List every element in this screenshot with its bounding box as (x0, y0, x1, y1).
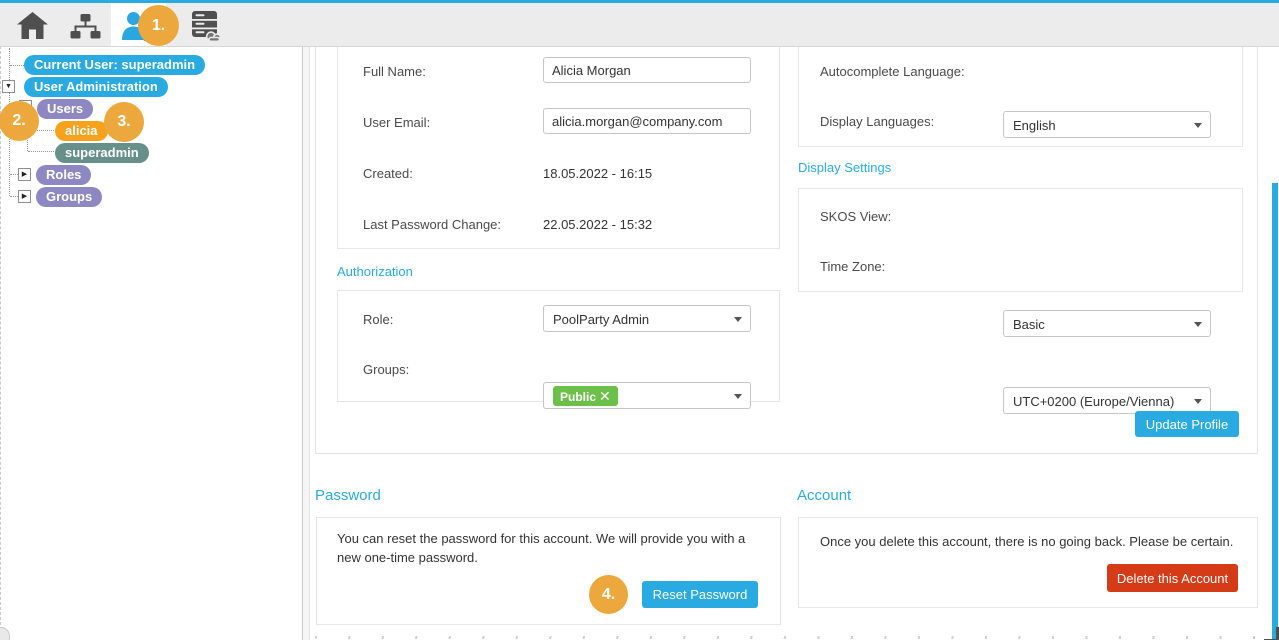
main-toolbar (0, 3, 1279, 47)
home-icon (16, 28, 49, 43)
collapse-toggle-user-administration[interactable]: ▼ (2, 80, 15, 93)
created-label: Created: (363, 166, 413, 181)
autocomplete-language-value: English (1013, 118, 1056, 133)
expand-toggle-roles[interactable]: ▶ (18, 168, 31, 181)
home-button[interactable] (16, 11, 52, 41)
expand-icon: ▶ (22, 193, 27, 200)
last-password-change-value: 22.05.2022 - 15:32 (543, 217, 652, 232)
password-heading: Password (315, 487, 381, 504)
tree-line (10, 196, 18, 197)
annotation-step-4: 4. (589, 575, 628, 614)
groups-select[interactable]: Public✕ (543, 382, 751, 409)
created-value: 18.05.2022 - 16:15 (543, 166, 652, 181)
authorization-heading: Authorization (337, 264, 413, 279)
tree-item-alicia[interactable]: alicia (55, 121, 108, 141)
vertical-scrollbar[interactable] (1272, 183, 1278, 640)
account-heading: Account (797, 487, 851, 504)
window-left-edge (0, 46, 1, 640)
display-settings-heading: Display Settings (798, 160, 891, 175)
user-email-input[interactable] (543, 108, 751, 134)
tree-item-users[interactable]: Users (37, 99, 93, 119)
autocomplete-language-select[interactable]: English (1003, 111, 1211, 138)
sitemap-icon (70, 28, 101, 43)
role-select[interactable]: PoolParty Admin (543, 305, 751, 332)
server-repository-button[interactable] (188, 11, 224, 41)
full-name-label: Full Name: (363, 64, 426, 79)
tree-item-groups[interactable]: Groups (36, 187, 102, 207)
remove-group-icon[interactable]: ✕ (599, 388, 611, 404)
account-panel (798, 517, 1258, 608)
time-zone-label: Time Zone: (820, 259, 885, 274)
tree-item-roles[interactable]: Roles (36, 165, 91, 185)
tree-line (10, 65, 24, 66)
annotation-step-1: 1. (138, 5, 179, 46)
account-description: Once you delete this account, there is n… (820, 532, 1250, 551)
skos-view-value: Basic (1013, 317, 1045, 332)
reset-password-button[interactable]: Reset Password (642, 581, 758, 608)
annotation-step-2-label: 2. (12, 112, 25, 130)
group-tag-public: Public✕ (553, 386, 618, 406)
app-window: 1. ▼ ▼ ▶ ▶ Current User: superadmin User… (0, 0, 1279, 640)
sidebar-divider[interactable] (302, 46, 310, 640)
bottom-left-corner (0, 627, 10, 640)
server-icon (188, 30, 222, 45)
display-settings-panel (798, 188, 1243, 292)
annotation-step-1-label: 1. (152, 17, 165, 35)
last-password-change-label: Last Password Change: (363, 217, 501, 232)
user-email-label: User Email: (363, 115, 430, 130)
tree-item-superadmin[interactable]: superadmin (55, 143, 149, 163)
time-zone-value: UTC+0200 (Europe/Vienna) (1013, 394, 1174, 409)
group-tag-label: Public (560, 390, 596, 404)
update-profile-button[interactable]: Update Profile (1135, 411, 1239, 437)
skos-view-select[interactable]: Basic (1003, 310, 1211, 337)
collapse-icon: ▼ (5, 83, 12, 90)
groups-label: Groups: (363, 362, 409, 377)
sitemap-button[interactable] (70, 13, 106, 43)
full-name-input[interactable] (543, 57, 751, 83)
horizontal-scroll-track[interactable] (315, 636, 1265, 639)
resize-grip-icon (1264, 627, 1279, 640)
tree-item-current-user[interactable]: Current User: superadmin (24, 55, 205, 75)
autocomplete-language-label: Autocomplete Language: (820, 64, 965, 79)
tree-line (28, 151, 54, 152)
tree-item-user-administration[interactable]: User Administration (24, 77, 168, 97)
role-label: Role: (363, 312, 393, 327)
expand-toggle-groups[interactable]: ▶ (18, 190, 31, 203)
annotation-step-4-label: 4. (602, 586, 615, 604)
annotation-step-3-label: 3. (117, 113, 130, 131)
display-languages-label: Display Languages: (820, 114, 934, 129)
accent-topline (0, 0, 1279, 3)
tree-line (10, 174, 18, 175)
password-description: You can reset the password for this acco… (337, 529, 765, 567)
annotation-step-3: 3. (104, 102, 144, 142)
role-select-value: PoolParty Admin (553, 312, 649, 327)
annotation-step-2: 2. (0, 101, 39, 141)
expand-icon: ▶ (22, 171, 27, 178)
skos-view-label: SKOS View: (820, 209, 891, 224)
delete-account-button[interactable]: Delete this Account (1107, 564, 1238, 592)
time-zone-select[interactable]: UTC+0200 (Europe/Vienna) (1003, 387, 1211, 414)
